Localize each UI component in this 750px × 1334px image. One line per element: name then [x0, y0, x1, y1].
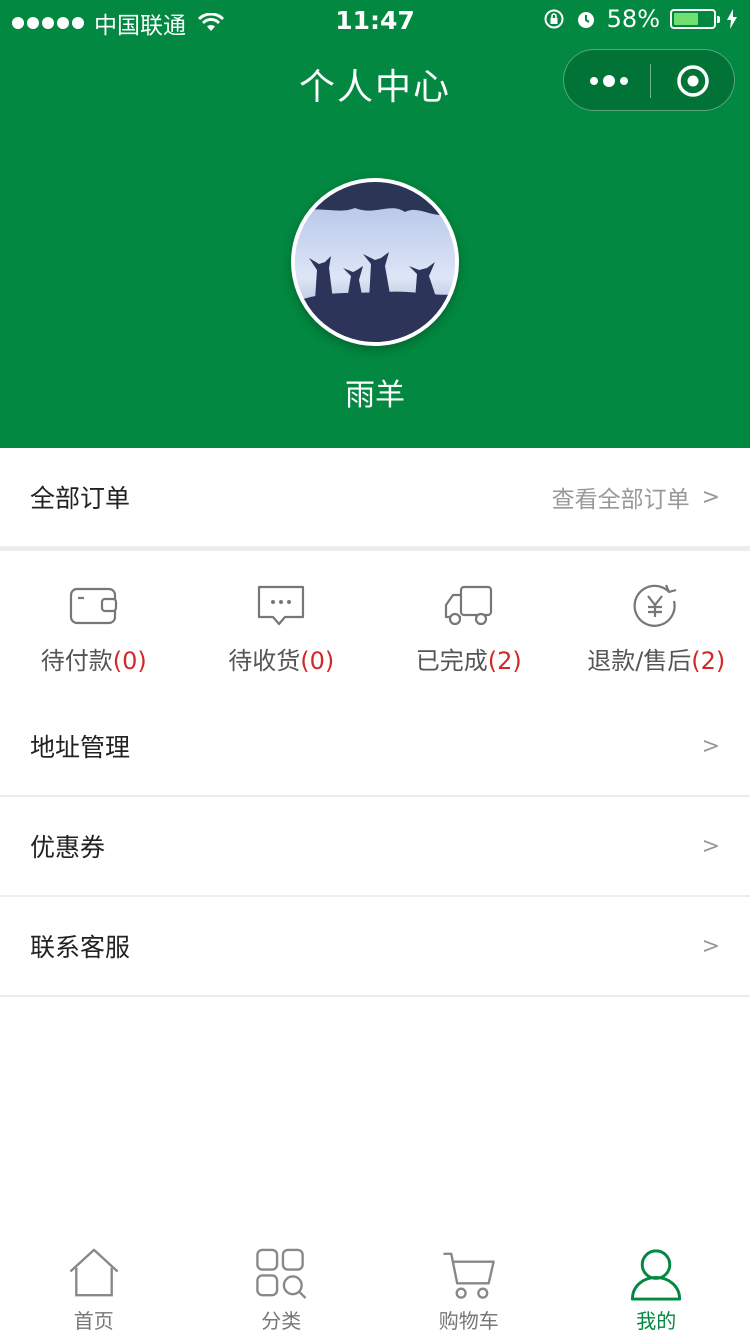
bottom-tab-bar: 首页 分类 购物车 我的: [0, 1230, 750, 1334]
all-orders-row[interactable]: 全部订单 查看全部订单 >: [0, 448, 750, 546]
battery-icon: [670, 9, 720, 29]
status-completed[interactable]: 已完成(2): [375, 551, 563, 696]
battery-percent: 58%: [606, 5, 660, 33]
target-close-icon[interactable]: [676, 64, 710, 98]
status-bar: 中国联通 11:47 58%: [0, 0, 750, 40]
list-item-address[interactable]: 地址管理 >: [0, 697, 750, 797]
status-count: (0): [300, 647, 335, 675]
list-item-label: 联系客服: [30, 933, 131, 962]
status-count: (2): [487, 647, 522, 675]
chevron-right-icon: >: [701, 484, 720, 510]
cart-icon: [443, 1252, 495, 1299]
home-icon: [69, 1248, 119, 1297]
tab-category[interactable]: 分类: [188, 1230, 376, 1334]
tab-cart[interactable]: 购物车: [375, 1230, 563, 1334]
message-icon: [258, 585, 305, 626]
profile-page: 中国联通 11:47 58% 个人中心 雨羊 全部订单 查看全部订单 > 待付款…: [0, 0, 750, 1334]
status-label-text: 已完成: [415, 647, 488, 675]
tab-label: 首页: [73, 1309, 114, 1333]
status-pending-payment[interactable]: 待付款(0): [0, 551, 188, 696]
mini-program-capsule: [563, 49, 735, 111]
status-label-text: 待付款: [40, 647, 113, 675]
rotation-lock-icon: [544, 9, 564, 29]
more-dots-icon[interactable]: [584, 65, 634, 97]
status-right: 58%: [543, 5, 738, 33]
menu-list: 地址管理 > 优惠券 > 联系客服 >: [0, 697, 750, 997]
chevron-right-icon: >: [701, 933, 720, 959]
alarm-icon: [577, 12, 594, 28]
list-item-customer-service[interactable]: 联系客服 >: [0, 897, 750, 997]
list-item-coupons[interactable]: 优惠券 >: [0, 797, 750, 897]
status-pending-delivery[interactable]: 待收货(0): [188, 551, 376, 696]
view-all-orders-label: 查看全部订单: [551, 487, 690, 513]
status-refund-aftersale[interactable]: 退款/售后(2): [563, 551, 750, 696]
list-item-label: 优惠券: [30, 833, 106, 862]
avatar-image: [295, 182, 455, 342]
wallet-icon: [69, 587, 117, 625]
username: 雨羊: [345, 378, 405, 413]
tab-mine[interactable]: 我的: [563, 1230, 750, 1334]
status-label-text: 待收货: [228, 647, 301, 675]
refund-yen-icon: [633, 584, 677, 627]
tab-home[interactable]: 首页: [0, 1230, 188, 1334]
avatar[interactable]: [291, 178, 459, 346]
status-label-text: 退款/售后: [587, 647, 692, 675]
tab-label: 我的: [636, 1309, 677, 1333]
view-all-orders-link[interactable]: 查看全部订单 >: [552, 480, 720, 514]
chevron-right-icon: >: [701, 833, 720, 859]
order-status-grid: 待付款(0) 待收货(0) 已完成(2) 退款/售后(2): [0, 551, 750, 696]
profile-header: 中国联通 11:47 58% 个人中心 雨羊: [0, 0, 750, 448]
tab-label: 购物车: [438, 1309, 499, 1333]
capsule-divider: [650, 64, 651, 98]
status-count: (2): [691, 647, 726, 675]
tab-label: 分类: [261, 1309, 302, 1333]
truck-icon: [444, 585, 492, 626]
status-count: (0): [112, 647, 147, 675]
list-item-label: 地址管理: [30, 733, 131, 762]
chevron-right-icon: >: [701, 733, 720, 759]
all-orders-title: 全部订单: [30, 484, 131, 513]
category-icon: [256, 1248, 307, 1299]
user-icon: [631, 1249, 682, 1301]
charging-bolt-icon: [727, 9, 737, 29]
